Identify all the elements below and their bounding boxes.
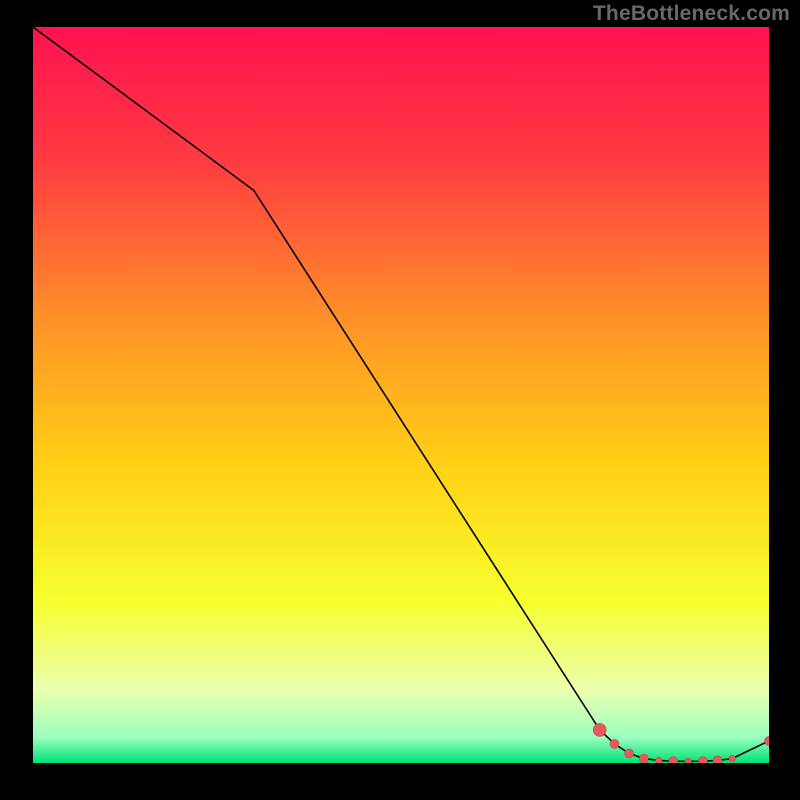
highlight-points [593,723,769,763]
marker-point [655,757,661,763]
plot-area [33,27,769,763]
marker-point [713,756,722,763]
chart-container: TheBottleneck.com [0,0,800,800]
bottleneck-curve [33,27,769,761]
marker-point [765,736,770,745]
watermark-label: TheBottleneck.com [593,2,790,26]
marker-point [610,739,619,748]
chart-overlay [33,27,769,763]
marker-point [698,757,707,763]
marker-point [729,755,735,761]
marker-point [669,757,678,763]
marker-point [639,754,648,763]
marker-point [593,723,606,736]
marker-point [685,758,691,763]
marker-point [625,749,634,758]
